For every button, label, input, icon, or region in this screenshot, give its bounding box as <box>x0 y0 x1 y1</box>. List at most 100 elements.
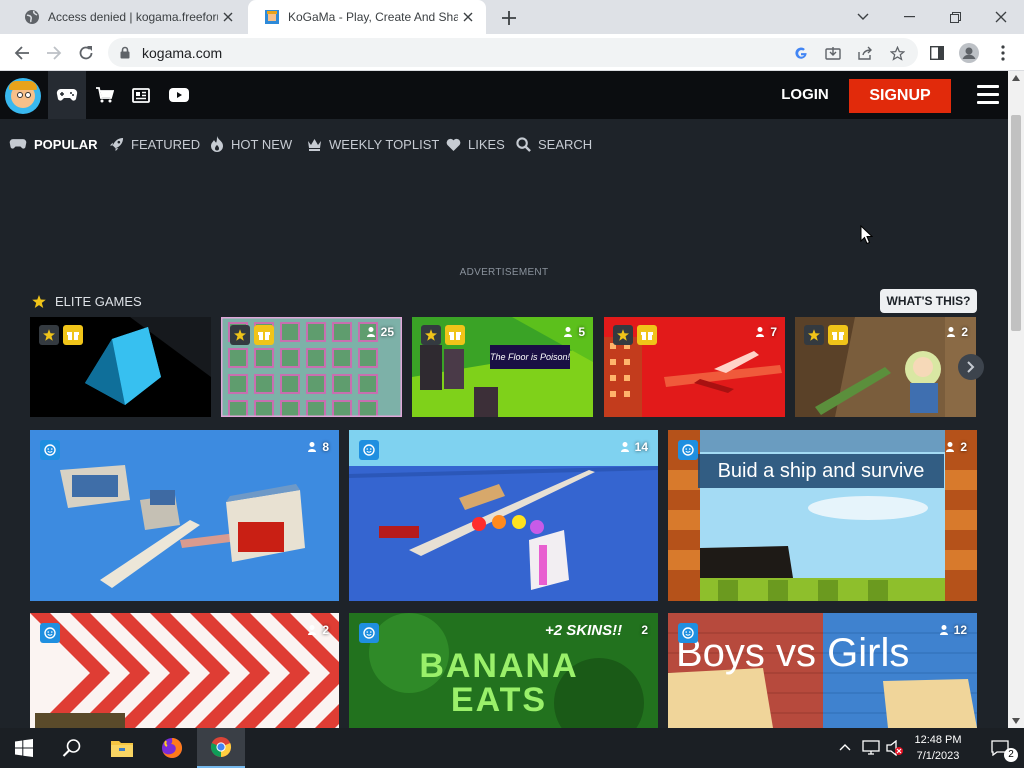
firefox-button[interactable] <box>148 728 196 768</box>
scroll-down-arrow-icon[interactable] <box>1012 718 1020 724</box>
category-filter-bar: POPULAR FEATURED HOT NEW WEEKLY TOPLIST … <box>0 119 1008 171</box>
login-button[interactable]: LOGIN <box>770 71 840 119</box>
player-icon <box>946 442 955 452</box>
side-panel-icon[interactable] <box>924 40 950 66</box>
game-caption: Boys vs Girls <box>676 631 910 675</box>
elite-game-card[interactable]: 7 <box>604 317 785 417</box>
bookmark-star-icon[interactable] <box>888 44 906 62</box>
youtube-icon[interactable] <box>160 71 198 119</box>
restore-button[interactable] <box>932 0 978 34</box>
google-icon[interactable] <box>792 44 810 62</box>
minimize-button[interactable] <box>886 0 932 34</box>
filter-popular[interactable]: POPULAR <box>9 133 98 155</box>
smiley-icon <box>678 440 698 460</box>
scroll-up-arrow-icon[interactable] <box>1012 75 1020 81</box>
tab-title: KoGaMa - Play, Create And Share <box>288 10 458 24</box>
game-card[interactable]: 14 <box>349 430 658 601</box>
elite-game-card[interactable]: 25 <box>221 317 402 417</box>
filter-hot-new[interactable]: HOT NEW <box>210 133 292 155</box>
search-icon <box>62 739 81 757</box>
install-app-icon[interactable] <box>824 44 842 62</box>
page-scrollbar[interactable] <box>1008 71 1024 728</box>
games-nav-icon[interactable] <box>48 71 86 119</box>
game-thumbnail <box>349 430 658 601</box>
game-thumbnail <box>30 430 339 601</box>
notification-center-button[interactable]: 2 <box>976 728 1024 768</box>
filter-label: POPULAR <box>34 136 98 152</box>
filter-featured[interactable]: FEATURED <box>109 133 200 155</box>
player-count: 8 <box>308 440 329 454</box>
chrome-icon <box>210 737 232 758</box>
system-clock[interactable]: 12:48 PM 7/1/2023 <box>908 732 968 764</box>
close-window-button[interactable] <box>978 0 1024 34</box>
rocket-icon <box>109 137 124 151</box>
kogama-logo[interactable] <box>5 78 41 114</box>
omnibox[interactable]: kogama.com <box>108 38 918 67</box>
menu-dots-icon[interactable] <box>990 40 1016 66</box>
tab-kogama[interactable]: KoGaMa - Play, Create And Share <box>248 0 486 34</box>
filter-label: FEATURED <box>131 136 201 152</box>
game-caption: Buid a ship and survive <box>698 454 944 488</box>
volume-muted-icon[interactable] <box>886 740 904 756</box>
star-icon <box>32 294 46 308</box>
player-count: 5 <box>564 325 585 339</box>
game-card[interactable]: BANANA EATS +2 SKINS!! 2 <box>349 613 658 728</box>
tab-access-denied[interactable]: Access denied | kogama.freeforu <box>8 0 246 34</box>
elite-game-card[interactable]: The Floor is Poison! 5 <box>412 317 593 417</box>
player-count-value: 14 <box>634 440 648 454</box>
firefox-icon <box>162 737 183 758</box>
player-icon <box>620 442 629 452</box>
whats-this-button[interactable]: WHAT'S THIS? <box>880 289 977 313</box>
gift-icon <box>63 325 83 345</box>
forward-button[interactable] <box>41 40 67 66</box>
filter-weekly-toplist[interactable]: WEEKLY TOPLIST <box>307 133 439 155</box>
reload-button[interactable] <box>73 40 99 66</box>
new-tab-button[interactable] <box>498 7 520 29</box>
site-header: LOGIN SIGNUP <box>0 71 1008 119</box>
signup-button[interactable]: SIGNUP <box>849 79 951 113</box>
tab-search-button[interactable] <box>840 0 886 34</box>
shop-cart-icon[interactable] <box>86 71 124 119</box>
elite-game-card[interactable]: 2 <box>795 317 976 417</box>
news-icon[interactable] <box>122 71 160 119</box>
filter-likes[interactable]: LIKES <box>446 133 505 155</box>
elite-star-icon <box>613 325 633 345</box>
player-icon <box>308 625 317 635</box>
player-count-value: 7 <box>770 325 777 339</box>
network-icon[interactable] <box>862 740 880 756</box>
game-art-text: BANANA EATS <box>419 647 579 719</box>
player-count: 25 <box>366 325 394 339</box>
tab-title: Access denied | kogama.freeforu <box>48 10 218 24</box>
clock-date: 7/1/2023 <box>916 750 960 762</box>
elite-game-card[interactable] <box>30 317 211 417</box>
start-button[interactable] <box>0 728 48 768</box>
scrollbar-thumb[interactable] <box>1011 115 1021 331</box>
close-tab-icon[interactable] <box>458 7 478 27</box>
hamburger-menu-icon[interactable] <box>977 85 999 105</box>
filter-search[interactable]: SEARCH <box>516 133 592 155</box>
filter-label: SEARCH <box>538 136 593 152</box>
player-count: 14 <box>620 440 648 454</box>
profile-avatar-icon[interactable] <box>956 40 982 66</box>
smiley-icon <box>40 623 60 643</box>
game-card[interactable]: Boys vs Girls 12 <box>668 613 977 728</box>
file-explorer-button[interactable] <box>98 728 146 768</box>
chevron-up-icon[interactable] <box>839 743 851 751</box>
heart-icon <box>446 138 461 151</box>
chrome-button[interactable] <box>197 728 245 768</box>
game-card[interactable]: 8 <box>30 430 339 601</box>
mouse-cursor-icon <box>860 225 873 245</box>
game-card[interactable]: Buid a ship and survive 2 <box>668 430 977 601</box>
share-icon[interactable] <box>856 44 874 62</box>
taskbar-search-button[interactable] <box>48 728 96 768</box>
player-count-value: 2 <box>960 440 967 454</box>
game-caption: +2 SKINS!! <box>545 622 623 639</box>
fire-icon <box>211 136 223 152</box>
player-count-value: 2 <box>641 623 648 637</box>
player-count-value: 2 <box>961 325 968 339</box>
carousel-next-button[interactable] <box>958 354 984 380</box>
game-card[interactable]: 2 <box>30 613 339 728</box>
gamepad-icon <box>9 139 27 149</box>
back-button[interactable] <box>9 40 35 66</box>
close-tab-icon[interactable] <box>218 7 238 27</box>
